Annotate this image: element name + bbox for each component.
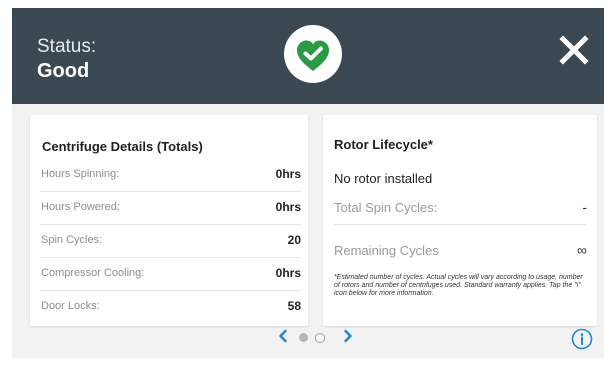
previous-page-button[interactable] <box>277 328 289 344</box>
close-icon <box>559 35 589 65</box>
rotor-label: Total Spin Cycles: <box>334 200 438 215</box>
rotor-footnote: *Estimated number of cycles. Actual cycl… <box>334 274 583 297</box>
rotor-status: No rotor installed <box>334 171 433 186</box>
detail-row-spin-cycles: Spin Cycles: 20 <box>40 225 301 258</box>
rotor-row-total-spin-cycles: Total Spin Cycles: - <box>333 194 587 225</box>
rotor-row-remaining-cycles: Remaining Cycles ∞ <box>333 237 587 267</box>
centrifuge-details-card: Centrifuge Details (Totals) Hours Spinni… <box>30 115 308 326</box>
detail-value: 58 <box>287 299 301 313</box>
status-badge <box>284 25 342 83</box>
chevron-left-icon <box>279 329 287 343</box>
detail-value: 0hrs <box>275 167 301 181</box>
page-dot-active[interactable] <box>299 333 308 342</box>
rotor-lifecycle-title: Rotor Lifecycle* <box>334 137 433 152</box>
detail-row-hours-powered: Hours Powered: 0hrs <box>40 192 301 225</box>
chevron-right-icon <box>344 329 352 343</box>
heart-check-icon <box>297 40 329 71</box>
detail-label: Door Locks: <box>41 300 100 312</box>
status-value: Good <box>37 60 90 82</box>
info-button[interactable] <box>571 328 593 350</box>
detail-row-compressor-cooling: Compressor Cooling: 0hrs <box>40 258 301 291</box>
detail-value: 0hrs <box>275 200 301 214</box>
rotor-value: ∞ <box>577 242 587 258</box>
next-page-button[interactable] <box>342 328 354 344</box>
detail-label: Spin Cycles: <box>41 234 103 246</box>
detail-row-door-locks: Door Locks: 58 <box>40 291 301 323</box>
status-screen: Status: Good Centrifuge Details (Totals)… <box>12 8 604 358</box>
detail-value: 20 <box>287 233 301 247</box>
info-icon <box>571 328 593 350</box>
detail-row-hours-spinning: Hours Spinning: 0hrs <box>40 159 301 192</box>
rotor-label: Remaining Cycles <box>334 243 439 258</box>
detail-label: Hours Powered: <box>41 201 120 213</box>
detail-label: Hours Spinning: <box>41 168 120 180</box>
close-button[interactable] <box>557 33 591 67</box>
detail-label: Compressor Cooling: <box>41 267 145 279</box>
status-label: Status: <box>37 36 97 57</box>
rotor-lifecycle-card: Rotor Lifecycle* No rotor installed Tota… <box>323 115 597 326</box>
rotor-value: - <box>582 199 587 215</box>
status-header: Status: Good <box>12 8 604 104</box>
detail-value: 0hrs <box>275 266 301 280</box>
page-dot[interactable] <box>315 333 325 343</box>
page-indicator <box>12 328 604 348</box>
centrifuge-details-title: Centrifuge Details (Totals) <box>42 139 203 154</box>
